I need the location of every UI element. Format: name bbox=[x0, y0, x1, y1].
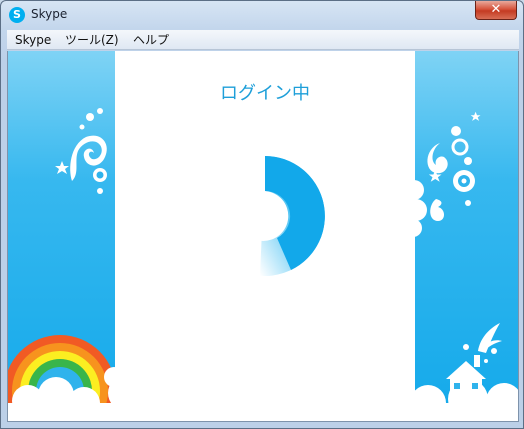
close-icon: ✕ bbox=[490, 2, 502, 17]
house-icon bbox=[446, 323, 502, 397]
skype-window: S Skype ✕ Skype ツール(Z) ヘルプ ログイン中 bbox=[0, 0, 524, 429]
login-screen: ログイン中 bbox=[7, 51, 519, 422]
loading-spinner-icon bbox=[260, 156, 325, 276]
menu-item-help[interactable]: ヘルプ bbox=[133, 32, 169, 48]
menu-bar: Skype ツール(Z) ヘルプ bbox=[7, 30, 519, 50]
swirl-decoration-left bbox=[55, 108, 107, 194]
menu-item-tools[interactable]: ツール(Z) bbox=[65, 32, 119, 48]
menu-item-skype[interactable]: Skype bbox=[15, 32, 51, 48]
skype-logo-icon: S bbox=[9, 7, 25, 23]
status-text: ログイン中 bbox=[220, 83, 310, 104]
rainbow-icon bbox=[8, 335, 116, 421]
login-panel: ログイン中 bbox=[115, 51, 415, 421]
title-bar[interactable]: S Skype ✕ bbox=[1, 1, 523, 29]
close-button[interactable]: ✕ bbox=[475, 1, 517, 20]
window-title: Skype bbox=[31, 7, 68, 21]
